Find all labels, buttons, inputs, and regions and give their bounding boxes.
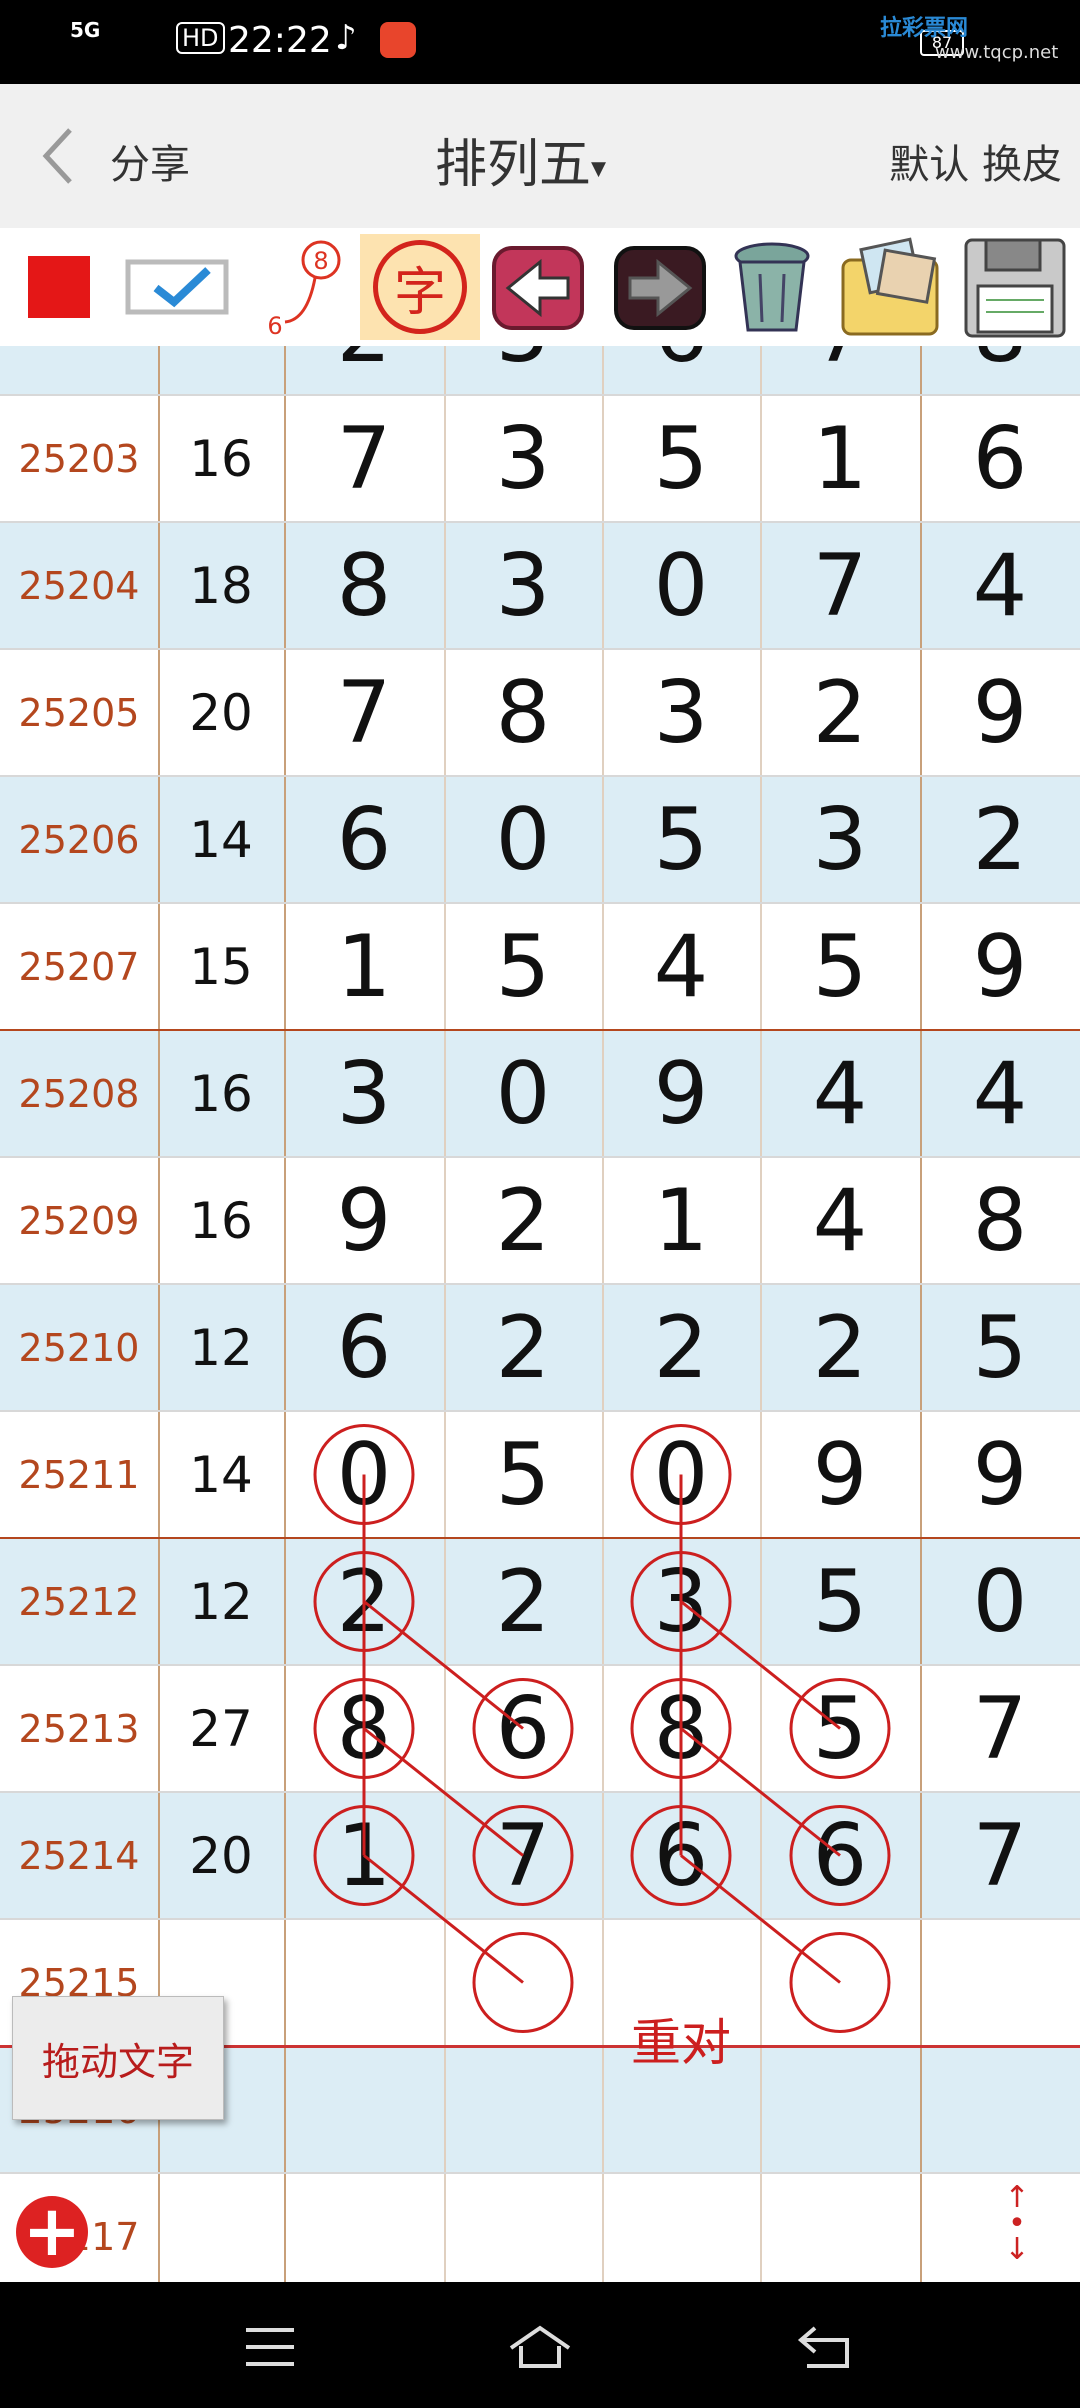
floppy-disk-icon[interactable] (960, 234, 1070, 340)
clock: 22:22 (228, 20, 332, 61)
plus-icon[interactable]: + (16, 2196, 88, 2268)
hd-indicator: HD (176, 22, 225, 54)
red-color-swatch[interactable] (28, 256, 90, 318)
connector-line (363, 1727, 524, 1857)
image-folder-icon[interactable] (835, 234, 945, 340)
scroll-arrows-icon[interactable]: ↑ • ↓ (995, 2183, 1039, 2265)
lottery-history-table: 2567825203167351625204188307425205207832… (0, 346, 1080, 2282)
tiktok-icon: ♪ (335, 18, 357, 58)
chevron-down-icon: ▾ (591, 150, 607, 186)
drawing-toolbar: 8 6 字 (0, 228, 1080, 346)
text-tool-button[interactable]: 字 (360, 234, 480, 340)
page-title[interactable]: 排列五▾ (435, 122, 606, 197)
home-icon[interactable] (505, 2322, 575, 2372)
connector-line (680, 1727, 841, 1857)
watermark-url: www.tqcp.net (935, 42, 1059, 63)
system-nav-bar (0, 2282, 1080, 2408)
svg-text:8: 8 (313, 247, 328, 275)
svg-text:6: 6 (267, 312, 282, 340)
arrow-left-icon[interactable] (488, 234, 588, 340)
annotation-text: 重对 (631, 2014, 731, 2072)
check-mode-icon[interactable] (122, 234, 232, 340)
text-tool-icon: 字 (373, 240, 467, 334)
connector-line (363, 1600, 524, 1730)
share-button[interactable]: 分享 (110, 132, 190, 190)
app-notification-icon (380, 22, 416, 58)
number-connect-icon[interactable]: 8 6 (255, 234, 345, 340)
skin-default-button[interactable]: 默认 换皮 (889, 132, 1062, 190)
trash-icon[interactable] (722, 234, 822, 340)
arrow-right-icon[interactable] (610, 234, 710, 340)
watermark-logo: 拉彩票网 (880, 16, 969, 41)
back-arrow-icon[interactable] (40, 126, 76, 186)
status-bar: 5G HD 22:22 ♪ 87 拉彩票网 www.tqcp.net (0, 0, 1080, 84)
drawing-overlay: 重对 (313, 1424, 891, 2072)
back-icon[interactable] (795, 2322, 855, 2372)
menu-icon[interactable] (240, 2322, 300, 2372)
signal-indicator: 5G (70, 18, 101, 42)
connector-line (680, 1600, 841, 1730)
drag-text-button[interactable]: 拖动文字 (12, 1996, 224, 2120)
title-text: 排列五 (435, 135, 592, 195)
connector-line (363, 1854, 524, 1984)
connector-line (680, 1854, 841, 1984)
title-bar: 分享 排列五▾ 默认 换皮 (0, 84, 1080, 228)
